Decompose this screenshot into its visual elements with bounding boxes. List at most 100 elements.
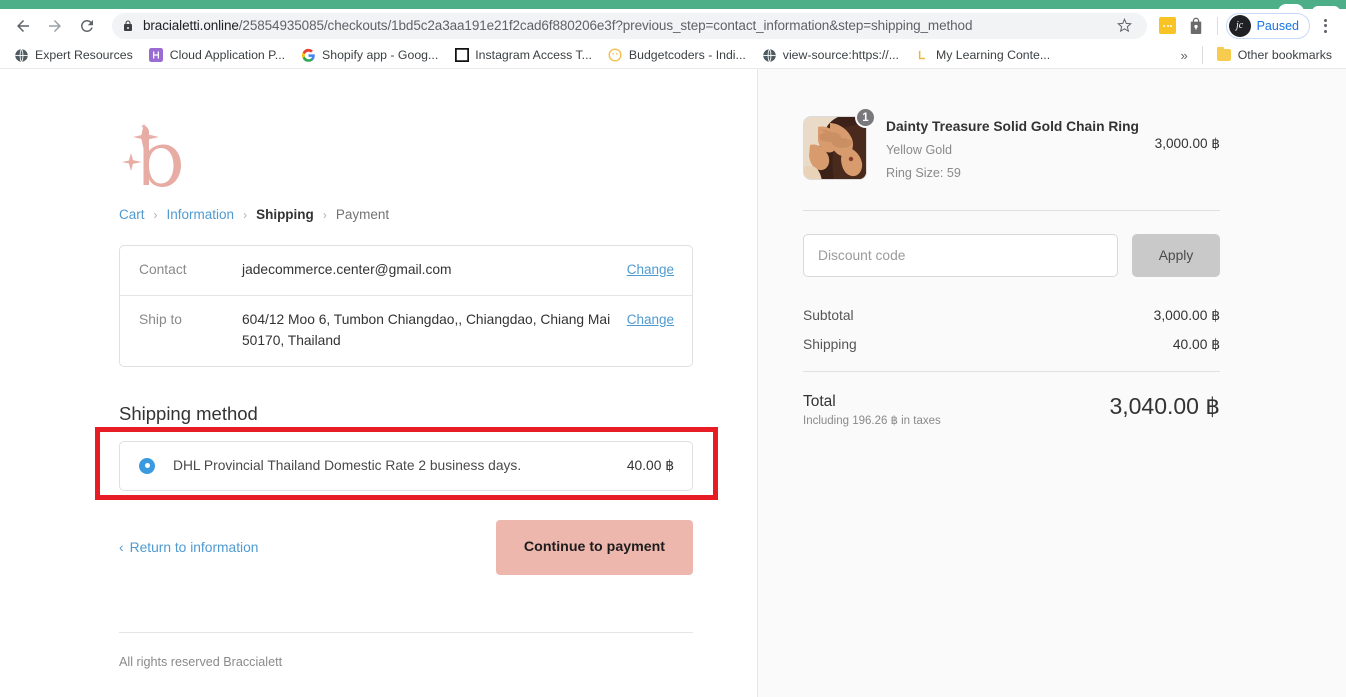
- shipping-total-label: Shipping: [803, 337, 857, 352]
- subtotal-amount: 3,000.00 ฿: [1154, 308, 1220, 324]
- chevron-right-icon: ›: [243, 208, 247, 222]
- checkout-page: Cart › Information › Shipping › Payment …: [0, 69, 1346, 697]
- purple-square-icon: [149, 48, 164, 63]
- checkout-actions: ‹ Return to information Continue to paym…: [119, 520, 693, 575]
- forward-icon[interactable]: [40, 12, 70, 40]
- bookmarks-bar: Expert Resources Cloud Application P... …: [0, 42, 1346, 69]
- breadcrumb-cart[interactable]: Cart: [119, 207, 145, 222]
- chevron-right-icon: ›: [323, 208, 327, 222]
- breadcrumb-information[interactable]: Information: [167, 207, 235, 222]
- bookmark-item[interactable]: Cloud Application P...: [141, 44, 293, 66]
- breadcrumb: Cart › Information › Shipping › Payment: [119, 207, 640, 222]
- store-logo[interactable]: [119, 117, 189, 195]
- chevron-right-icon: ›: [154, 208, 158, 222]
- other-bookmarks-label: Other bookmarks: [1238, 48, 1332, 62]
- line-item-thumbnail-wrap: 1: [803, 116, 867, 180]
- product-image: [803, 116, 867, 180]
- bookmarks-overflow-icon[interactable]: »: [1172, 48, 1195, 63]
- summary-divider: [803, 210, 1220, 211]
- globe-icon: [14, 48, 29, 63]
- totals-list: Subtotal 3,000.00 ฿ Shipping 40.00 ฿: [803, 308, 1220, 353]
- line-item-variant: Yellow Gold: [886, 141, 1155, 159]
- extension-bag-icon[interactable]: [1183, 12, 1209, 40]
- profile-status-label: Paused: [1257, 19, 1299, 33]
- bookmark-label: Cloud Application P...: [170, 48, 285, 62]
- shipping-total-amount: 40.00 ฿: [1173, 337, 1220, 353]
- shipping-method-title: Shipping method: [119, 403, 640, 425]
- footer-divider: [119, 632, 693, 633]
- bookmark-label: My Learning Conte...: [936, 48, 1050, 62]
- contact-label: Contact: [139, 260, 242, 280]
- return-to-information-label: Return to information: [130, 540, 259, 555]
- bookmark-label: Instagram Access T...: [475, 48, 592, 62]
- profile-chip[interactable]: jc Paused: [1226, 13, 1310, 39]
- bookmark-star-icon[interactable]: [1113, 14, 1137, 38]
- reload-icon[interactable]: [72, 12, 102, 40]
- folder-icon: [1217, 48, 1232, 63]
- footer-copyright: All rights reserved Braccialett: [119, 655, 640, 669]
- yellow-l-icon: [915, 48, 930, 63]
- bookmarks-bar-right: » Other bookmarks: [1172, 44, 1340, 66]
- url-host: bracialetti.online: [143, 18, 239, 33]
- subtotal-label: Subtotal: [803, 308, 854, 323]
- bookmark-item[interactable]: Expert Resources: [6, 44, 141, 66]
- bookmark-item[interactable]: view-source:https://...: [754, 44, 907, 66]
- bookmarks-divider: [1202, 46, 1203, 64]
- grand-total-row: Total Including 196.26 ฿ in taxes 3,040.…: [803, 393, 1220, 427]
- bookmark-label: Budgetcoders - Indi...: [629, 48, 746, 62]
- bookmark-label: Expert Resources: [35, 48, 133, 62]
- shipping-option-row[interactable]: DHL Provincial Thailand Domestic Rate 2 …: [119, 441, 693, 491]
- other-bookmarks-folder[interactable]: Other bookmarks: [1209, 44, 1340, 66]
- total-row-shipping: Shipping 40.00 ฿: [803, 337, 1220, 353]
- shipping-option-radio[interactable]: [139, 458, 155, 474]
- google-g-icon: [301, 48, 316, 63]
- ship-to-label: Ship to: [139, 310, 242, 330]
- shipping-option-price: 40.00 ฿: [627, 458, 674, 474]
- contact-value: jadecommerce.center@gmail.com: [242, 260, 627, 281]
- shipping-method-highlight-wrap: DHL Provincial Thailand Domestic Rate 2 …: [119, 441, 640, 491]
- yellow-circle-icon: [608, 48, 623, 63]
- url-text: bracialetti.online/25854935085/checkouts…: [143, 18, 1109, 33]
- active-tab-edge[interactable]: [1278, 4, 1304, 12]
- line-item: 1 Dainty Treasure Solid Gold Chain Ring …: [803, 116, 1220, 182]
- extension-dots-icon[interactable]: [1155, 12, 1181, 40]
- grand-total-tax-note: Including 196.26 ฿ in taxes: [803, 413, 941, 427]
- grand-total-labels: Total Including 196.26 ฿ in taxes: [803, 393, 941, 427]
- breadcrumb-shipping: Shipping: [256, 207, 314, 222]
- order-review-block: Contact jadecommerce.center@gmail.com Ch…: [119, 245, 693, 367]
- discount-code-input[interactable]: [803, 234, 1118, 277]
- chrome-menu-icon[interactable]: [1312, 12, 1338, 40]
- bookmark-item[interactable]: Budgetcoders - Indi...: [600, 44, 754, 66]
- browser-window: bracialetti.online/25854935085/checkouts…: [0, 0, 1346, 697]
- order-summary-column: 1 Dainty Treasure Solid Gold Chain Ring …: [758, 69, 1346, 697]
- bookmark-item[interactable]: Shopify app - Goog...: [293, 44, 446, 66]
- bookmark-item[interactable]: Instagram Access T...: [446, 44, 600, 66]
- change-address-link[interactable]: Change: [627, 310, 674, 330]
- bookmark-item[interactable]: My Learning Conte...: [907, 44, 1058, 66]
- back-icon[interactable]: [8, 12, 38, 40]
- review-row-ship-to: Ship to 604/12 Moo 6, Tumbon Chiangdao,,…: [120, 295, 692, 366]
- shipping-option-label: DHL Provincial Thailand Domestic Rate 2 …: [173, 458, 627, 473]
- black-square-icon: [454, 48, 469, 63]
- tab-strip: [0, 0, 1346, 9]
- lock-icon: [122, 19, 134, 33]
- breadcrumb-payment: Payment: [336, 207, 389, 222]
- toolbar-divider: [1217, 17, 1218, 35]
- globe-icon: [762, 48, 777, 63]
- new-tab-edge[interactable]: [1312, 6, 1340, 12]
- discount-row: Apply: [803, 234, 1220, 277]
- address-bar[interactable]: bracialetti.online/25854935085/checkouts…: [112, 13, 1147, 39]
- apply-discount-button[interactable]: Apply: [1132, 234, 1220, 277]
- review-row-contact: Contact jadecommerce.center@gmail.com Ch…: [120, 246, 692, 295]
- ship-to-value: 604/12 Moo 6, Tumbon Chiangdao,, Chiangd…: [242, 310, 627, 352]
- browser-toolbar: bracialetti.online/25854935085/checkouts…: [0, 9, 1346, 42]
- continue-to-payment-button[interactable]: Continue to payment: [496, 520, 693, 575]
- total-row-subtotal: Subtotal 3,000.00 ฿: [803, 308, 1220, 324]
- avatar: jc: [1229, 15, 1251, 37]
- return-to-information-link[interactable]: ‹ Return to information: [119, 540, 258, 555]
- line-item-info: Dainty Treasure Solid Gold Chain Ring Ye…: [867, 116, 1155, 182]
- change-contact-link[interactable]: Change: [627, 260, 674, 280]
- chevron-left-icon: ‹: [119, 540, 124, 555]
- quantity-badge: 1: [855, 107, 876, 128]
- url-path: /25854935085/checkouts/1bd5c2a3aa191e21f…: [239, 18, 973, 33]
